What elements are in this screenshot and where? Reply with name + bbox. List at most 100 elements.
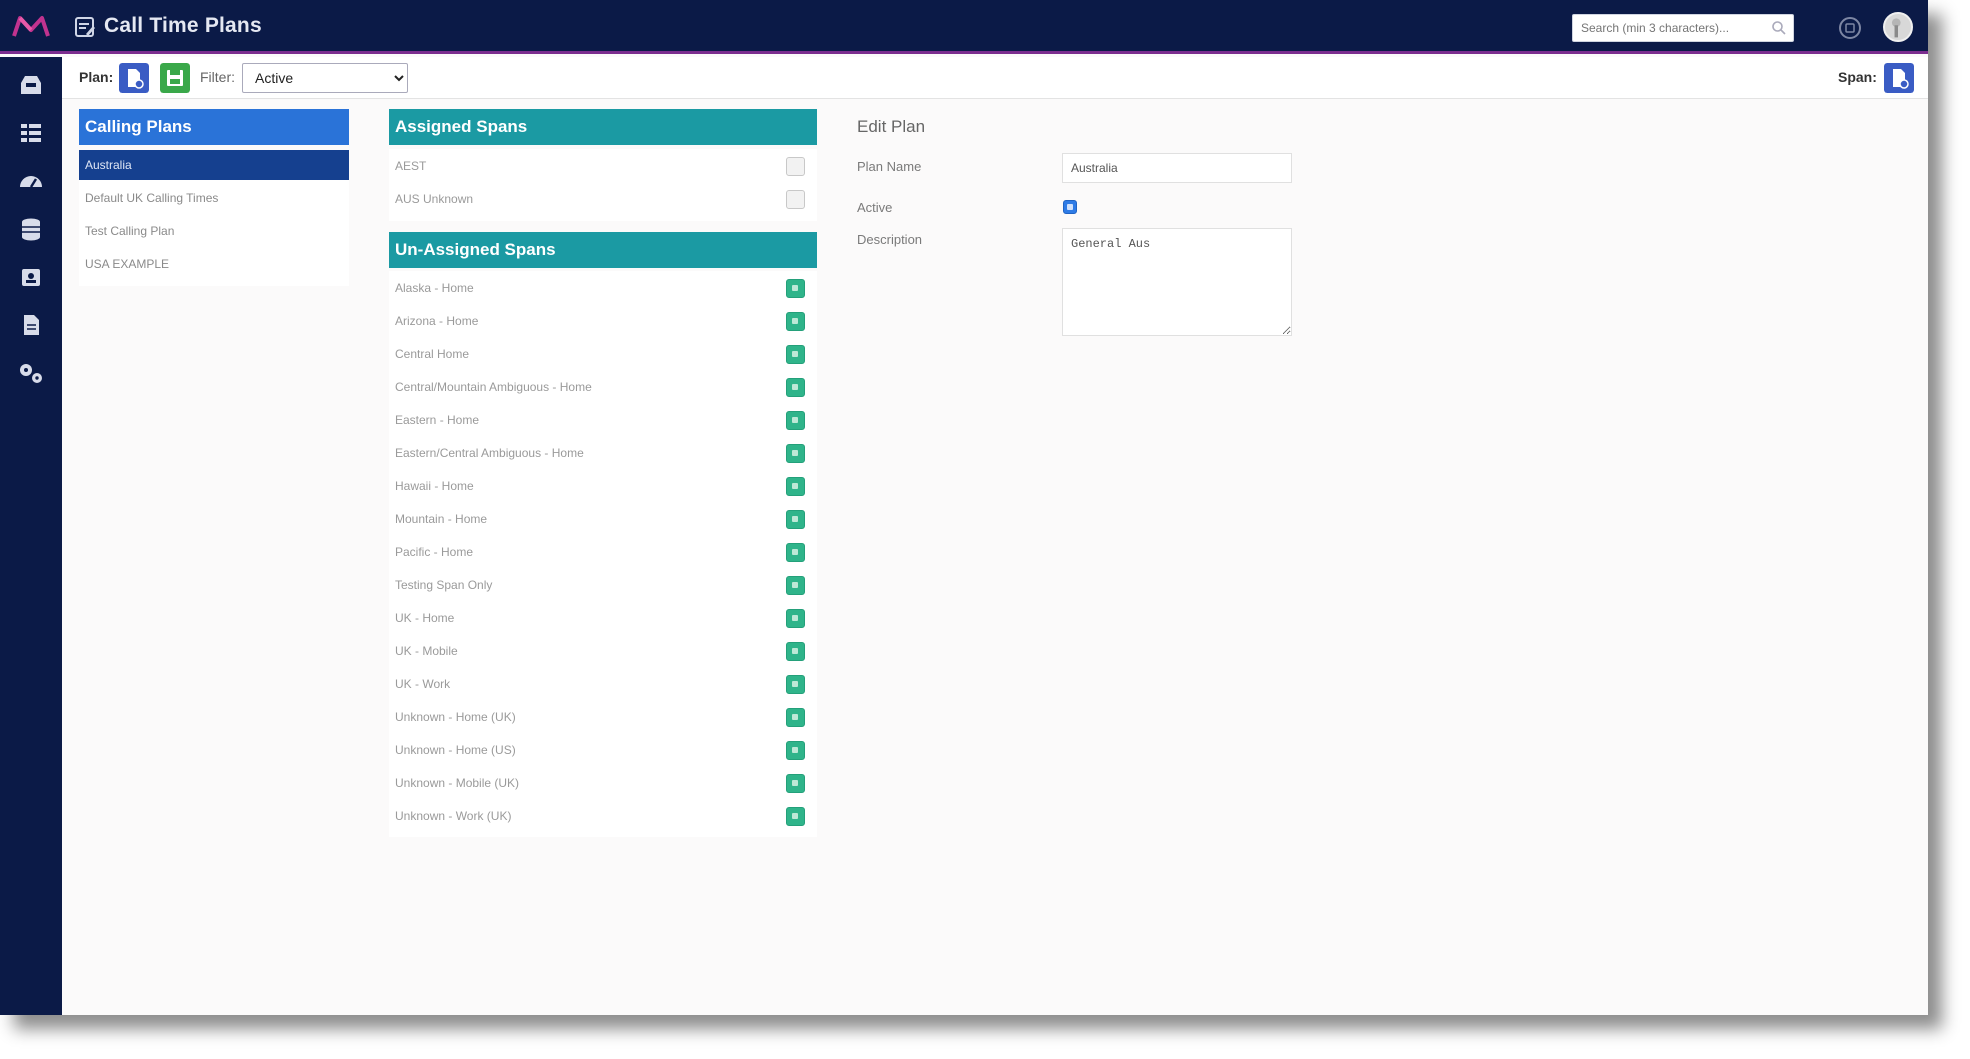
list-item: Arizona - Home <box>389 304 817 337</box>
page-title: Call Time Plans <box>104 14 262 37</box>
plan-item-test[interactable]: Test Calling Plan <box>79 216 349 246</box>
description-label: Description <box>857 232 923 247</box>
add-span-button[interactable] <box>786 279 805 298</box>
user-avatar-icon <box>1891 18 1901 38</box>
span-name: Unknown - Home (UK) <box>395 710 516 724</box>
span-name: AEST <box>395 159 427 173</box>
assigned-spans-list: AEST AUS Unknown <box>389 149 817 221</box>
span-name: Mountain - Home <box>395 512 488 526</box>
grid-icon[interactable] <box>17 119 45 147</box>
plan-item-australia[interactable]: Australia <box>79 150 349 180</box>
plan-item-default-uk[interactable]: Default UK Calling Times <box>79 183 349 213</box>
add-span-button[interactable] <box>786 774 805 793</box>
main-content: Plan: Filter: Active Span: Calling Plans… <box>62 57 1928 1015</box>
add-span-button[interactable] <box>786 312 805 331</box>
plan-name-field[interactable] <box>1062 153 1292 183</box>
add-span-button[interactable] <box>786 675 805 694</box>
search-icon[interactable] <box>1771 20 1787 36</box>
span-name: UK - Home <box>395 611 455 625</box>
active-label: Active <box>857 200 893 215</box>
add-span-button[interactable] <box>786 378 805 397</box>
list-item: Hawaii - Home <box>389 469 817 502</box>
screenshot: Call Time Plans Search (min 3 characters… <box>0 0 1970 1059</box>
list-item: Unknown - Mobile (UK) <box>389 766 817 799</box>
description-field[interactable]: General Aus <box>1062 228 1292 336</box>
search-box[interactable] <box>1572 14 1794 42</box>
span-label: Span: <box>1838 69 1877 85</box>
add-span-button[interactable] <box>786 510 805 529</box>
help-icon[interactable] <box>1838 16 1862 40</box>
active-checkbox[interactable] <box>1063 200 1077 214</box>
add-span-button[interactable] <box>786 741 805 760</box>
id-card-icon[interactable] <box>17 263 45 291</box>
app-window: Call Time Plans Search (min 3 characters… <box>0 0 1928 1015</box>
inbox-icon[interactable] <box>17 71 45 99</box>
add-span-button[interactable] <box>786 609 805 628</box>
list-item: Unknown - Home (UK) <box>389 700 817 733</box>
add-span-button[interactable] <box>786 411 805 430</box>
span-name: Alaska - Home <box>395 281 474 295</box>
span-name: Unknown - Work (UK) <box>395 809 512 823</box>
list-item: Testing Span Only <box>389 568 817 601</box>
calendar-edit-icon <box>75 17 95 37</box>
filter-select[interactable]: Active <box>242 63 408 93</box>
add-span-button[interactable] <box>786 642 805 661</box>
search-input[interactable] <box>1573 15 1763 41</box>
add-span-button[interactable] <box>786 477 805 496</box>
gears-icon[interactable] <box>17 359 45 387</box>
sidebar <box>0 57 62 1015</box>
add-span-button[interactable] <box>786 444 805 463</box>
span-name: Unknown - Home (US) <box>395 743 516 757</box>
plan-name-label: Plan Name <box>857 159 922 174</box>
list-item: AEST <box>389 149 817 182</box>
add-span-button[interactable] <box>786 576 805 595</box>
add-span-button[interactable] <box>786 543 805 562</box>
list-item: UK - Home <box>389 601 817 634</box>
save-plan-button[interactable] <box>160 63 190 93</box>
list-item: Alaska - Home <box>389 271 817 304</box>
calling-plans-header: Calling Plans <box>79 109 349 145</box>
list-item: Eastern/Central Ambiguous - Home <box>389 436 817 469</box>
new-plan-button[interactable] <box>119 63 149 93</box>
gauge-icon[interactable] <box>17 167 45 195</box>
span-name: UK - Work <box>395 677 451 691</box>
brand-logo-icon[interactable] <box>12 12 50 42</box>
span-name: Unknown - Mobile (UK) <box>395 776 520 790</box>
document-icon[interactable] <box>17 311 45 339</box>
assigned-spans-header: Assigned Spans <box>389 109 817 145</box>
span-name: UK - Mobile <box>395 644 458 658</box>
new-span-button[interactable] <box>1884 63 1914 93</box>
list-item: Central/Mountain Ambiguous - Home <box>389 370 817 403</box>
filter-label: Filter: <box>200 69 235 85</box>
remove-span-checkbox[interactable] <box>786 157 805 176</box>
edit-plan-title: Edit Plan <box>857 117 926 136</box>
calling-plans-list: Australia Default UK Calling Times Test … <box>79 150 349 286</box>
span-name: Central Home <box>395 347 470 361</box>
database-icon[interactable] <box>17 215 45 243</box>
avatar[interactable] <box>1883 12 1913 42</box>
plan-label: Plan: <box>79 69 114 85</box>
toolbar: Plan: Filter: Active Span: <box>62 57 1928 99</box>
list-item: Central Home <box>389 337 817 370</box>
span-name: Central/Mountain Ambiguous - Home <box>395 380 592 394</box>
list-item: Mountain - Home <box>389 502 817 535</box>
span-name: Hawaii - Home <box>395 479 474 493</box>
span-name: Arizona - Home <box>395 314 479 328</box>
list-item: Unknown - Home (US) <box>389 733 817 766</box>
list-item: Unknown - Work (UK) <box>389 799 817 832</box>
add-span-button[interactable] <box>786 807 805 826</box>
list-item: Eastern - Home <box>389 403 817 436</box>
unassigned-spans-list: Alaska - Home Arizona - Home Central Hom… <box>389 271 817 837</box>
span-name: Eastern - Home <box>395 413 480 427</box>
list-item: UK - Mobile <box>389 634 817 667</box>
add-span-button[interactable] <box>786 708 805 727</box>
add-span-button[interactable] <box>786 345 805 364</box>
remove-span-checkbox[interactable] <box>786 190 805 209</box>
span-name: AUS Unknown <box>395 192 474 206</box>
span-name: Testing Span Only <box>395 578 493 592</box>
plan-item-usa-example[interactable]: USA EXAMPLE <box>79 249 349 279</box>
span-name: Pacific - Home <box>395 545 474 559</box>
list-item: UK - Work <box>389 667 817 700</box>
span-name: Eastern/Central Ambiguous - Home <box>395 446 584 460</box>
list-item: Pacific - Home <box>389 535 817 568</box>
